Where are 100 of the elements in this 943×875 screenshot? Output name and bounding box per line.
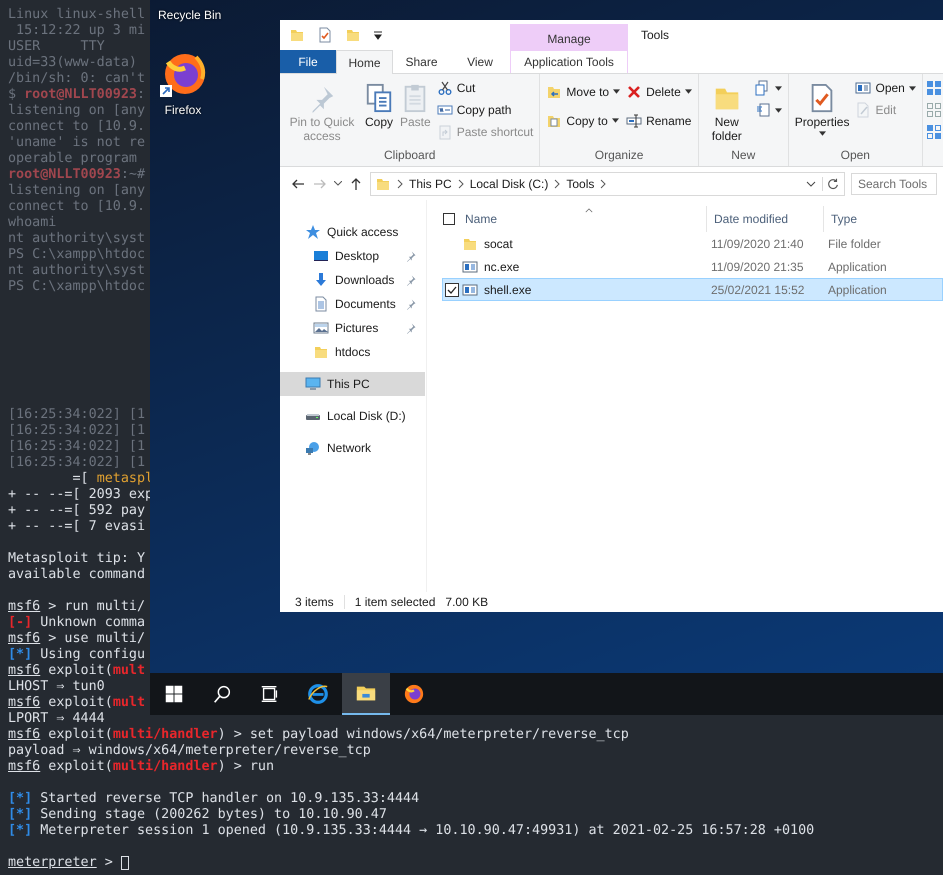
chevron-icon[interactable] xyxy=(458,178,464,188)
nav-item[interactable]: Network xyxy=(280,436,425,460)
ribbon-button[interactable]: Cut xyxy=(436,77,534,99)
selection-text: 1 item selected xyxy=(344,595,436,609)
terminal-line: Linux linux-shell xyxy=(8,7,146,23)
taskbar-button[interactable] xyxy=(342,673,390,715)
desktop-icon-label[interactable]: Firefox xyxy=(164,103,202,117)
terminal-line: uid=33(www-data) xyxy=(8,55,137,71)
window-icon xyxy=(855,80,872,96)
properties-icon[interactable] xyxy=(317,27,333,43)
caret-icon[interactable] xyxy=(806,180,816,186)
column-header[interactable]: Date modified xyxy=(714,212,788,226)
delete-icon xyxy=(626,84,642,100)
terminal-line: msf6 > run multi/ xyxy=(8,599,146,615)
terminal-line: + -- --=[ 7 evasi xyxy=(8,519,146,535)
ribbon-button[interactable]: Copy to xyxy=(545,106,622,135)
search-icon xyxy=(211,683,233,705)
star-icon xyxy=(305,224,321,240)
copy-icon xyxy=(364,83,394,113)
terminal-line: nt authority\syst xyxy=(8,231,146,247)
ribbon-group-label: Organize xyxy=(594,147,644,164)
nav-item[interactable]: Local Disk (D:) xyxy=(280,404,425,428)
file-row[interactable]: socat 11/09/2020 21:40 File folder xyxy=(442,232,943,255)
terminal-line: [*] Started reverse TCP handler on 10.9.135.33:4444 xyxy=(8,791,420,807)
desktop-icon xyxy=(313,248,329,264)
terminal-line: [-] Unknown comma xyxy=(8,615,146,631)
ribbon-button[interactable]: New folder xyxy=(704,77,750,144)
file-row[interactable]: nc.exe 11/09/2020 21:35 Application xyxy=(442,255,943,278)
select-all-checkbox[interactable] xyxy=(443,213,455,225)
window-title: Tools xyxy=(640,27,670,44)
caret-icon[interactable] xyxy=(334,181,342,186)
refresh-icon[interactable] xyxy=(822,176,840,190)
ribbon-button[interactable]: Properties xyxy=(794,77,850,137)
rename-icon xyxy=(626,112,642,128)
ribbon-button[interactable]: Rename xyxy=(625,106,693,135)
file-row[interactable]: shell.exe 25/02/2021 15:52 Application xyxy=(442,278,943,301)
terminal-line: [*] Meterpreter session 1 opened (10.9.135.33:4444 → 10.10.90.47:49931) at 2021-02-25 16:57:28 +0100 xyxy=(8,823,814,839)
date-cell: 25/02/2021 15:52 xyxy=(711,282,804,296)
grid-icon xyxy=(926,102,942,118)
edit-icon xyxy=(855,102,872,118)
nav-item[interactable]: Downloads xyxy=(280,268,425,292)
grid-icon xyxy=(926,80,942,96)
fox-globe-shortcut-icon[interactable] xyxy=(160,52,206,98)
breadcrumb-link[interactable]: Tools xyxy=(566,176,594,190)
terminal-line: [16:25:34:022] [1 xyxy=(8,423,146,439)
picture-icon xyxy=(313,320,329,336)
search-field[interactable]: Search Tools xyxy=(851,172,937,194)
terminal-line: [*] Using configu xyxy=(8,647,146,663)
clipboard-icon xyxy=(436,124,453,140)
nav-item[interactable]: Desktop xyxy=(280,244,425,268)
terminal-line: PS C:\xampp\htdoc xyxy=(8,247,146,263)
terminal-line: =[ metaspl xyxy=(71,471,154,487)
ribbon-button[interactable]: Copy xyxy=(363,77,395,130)
type-cell: File folder xyxy=(828,236,881,250)
monitor-icon xyxy=(305,376,321,392)
ribbon-button[interactable]: Open xyxy=(854,77,917,99)
terminal-line: 15:12:22 up 3 mi xyxy=(15,23,146,39)
terminal-line: [*] Sending stage (200262 bytes) to 10.10.90.47 xyxy=(8,807,387,823)
date-cell: 11/09/2020 21:35 xyxy=(711,260,804,274)
terminal-line: Metasploit tip: Y xyxy=(8,551,146,567)
windows-logo-icon xyxy=(163,683,185,705)
nav-item[interactable]: htdocs xyxy=(280,340,425,364)
ribbon-button[interactable]: Copy path xyxy=(436,99,534,121)
terminal-line: whoami xyxy=(8,215,56,231)
chevron-icon[interactable] xyxy=(554,178,560,188)
document-list-icon xyxy=(754,102,771,118)
nav-item[interactable]: Quick access xyxy=(280,220,425,244)
nav-item[interactable]: Documents xyxy=(280,292,425,316)
row-checkbox[interactable] xyxy=(445,282,459,296)
network-icon xyxy=(305,440,321,456)
nav-item[interactable]: Pictures xyxy=(280,316,425,340)
desktop-icon-label[interactable]: Recycle Bin xyxy=(158,8,222,22)
terminal-line: listening on [any xyxy=(8,103,146,119)
ribbon-tab[interactable]: File xyxy=(280,50,336,73)
ribbon-tab[interactable]: Home xyxy=(336,50,393,74)
browser-e-icon xyxy=(307,683,329,705)
chevron-icon[interactable] xyxy=(600,178,606,188)
file-name: nc.exe xyxy=(484,260,520,274)
terminal-line: USER TTY xyxy=(8,39,105,55)
chevron-icon[interactable] xyxy=(397,178,403,188)
ribbon-button[interactable]: Delete xyxy=(625,77,693,106)
breadcrumb-link[interactable]: This PC xyxy=(409,176,452,190)
caret-icon[interactable] xyxy=(373,30,383,40)
column-header[interactable]: Type xyxy=(831,212,858,226)
application-icon xyxy=(462,258,478,274)
column-header[interactable]: Name xyxy=(465,212,498,226)
folder-icon xyxy=(313,344,329,360)
terminal-line: payload ⇒ windows/x64/meterpreter/reverse_tcp xyxy=(8,743,371,759)
type-cell: Application xyxy=(828,282,887,296)
type-cell: Application xyxy=(828,260,887,274)
ribbon-tab[interactable]: Application Tools xyxy=(510,50,628,73)
terminal-line: connect to [10.9. xyxy=(8,199,146,215)
terminal-line: operable program xyxy=(8,151,137,167)
terminal-line: + -- --=[ 592 pay xyxy=(8,503,146,519)
terminal-line: msf6 exploit(mult xyxy=(8,663,146,679)
breadcrumb-link[interactable]: Local Disk (C:) xyxy=(470,176,548,190)
ribbon-button[interactable]: Move to xyxy=(545,77,622,106)
address-bar[interactable]: This PC Local Disk (C:) Tools xyxy=(370,172,845,196)
nav-item[interactable]: This PC xyxy=(280,372,425,396)
grid-icon xyxy=(926,124,942,140)
